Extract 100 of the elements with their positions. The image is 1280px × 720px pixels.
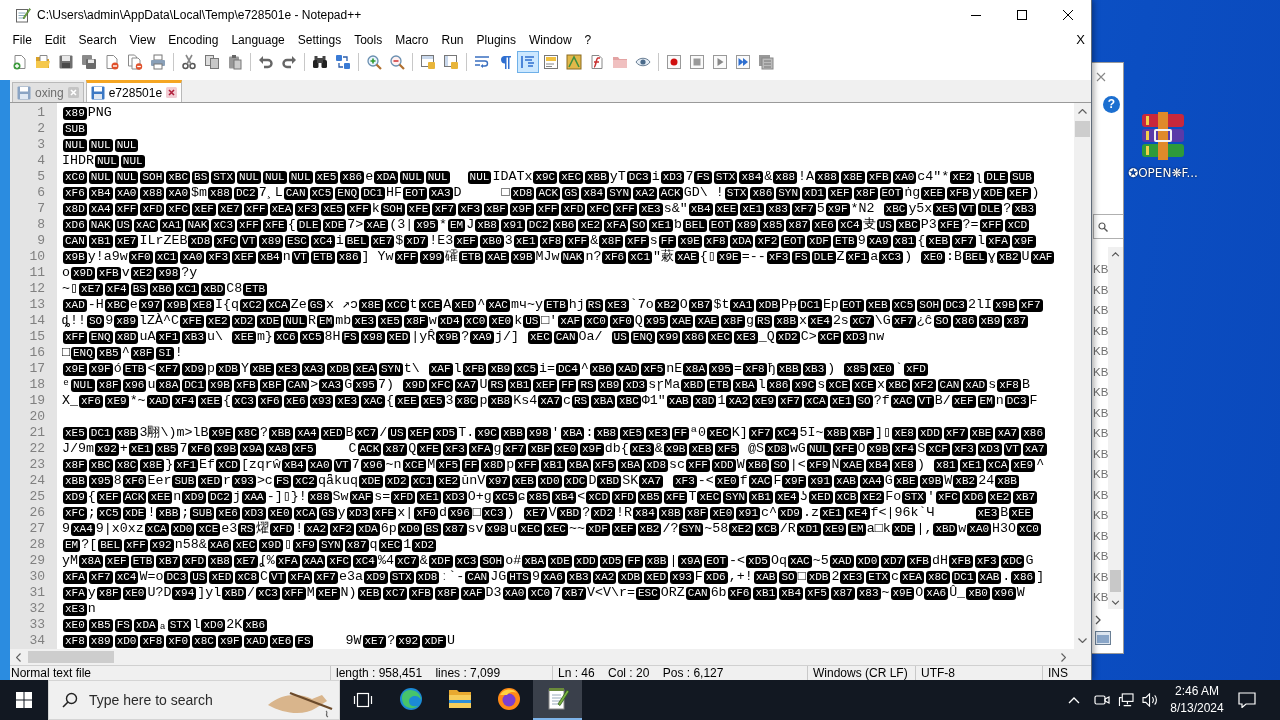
code-text: { <box>87 489 96 505</box>
redo-icon <box>280 54 297 70</box>
help-button[interactable]: ? <box>1103 95 1120 113</box>
indent-guide-button[interactable] <box>516 51 539 73</box>
control-character: x8C <box>235 426 260 440</box>
control-character: xA2 <box>633 186 657 200</box>
code-text: v <box>121 265 130 281</box>
chevron-left-icon[interactable] <box>16 652 21 662</box>
menu-item[interactable]: Search <box>72 31 124 49</box>
control-character: xFC <box>63 506 87 520</box>
menu-item[interactable]: Plugins <box>470 31 523 49</box>
menu-item[interactable]: Macro <box>388 31 435 49</box>
speaker-icon[interactable] <box>1142 693 1158 707</box>
control-character: FF <box>462 458 480 472</box>
horizontal-scrollbar[interactable] <box>10 649 1091 665</box>
list-scrollbar[interactable] <box>1108 247 1123 609</box>
code-text: ? <box>461 329 470 345</box>
macro-list-icon <box>757 54 774 70</box>
control-character: xD8 <box>415 570 440 584</box>
code-text: i= <box>539 361 555 377</box>
close-document-button[interactable]: X <box>1076 32 1085 48</box>
desktop-icon-label[interactable]: ✪OPEN❋F... <box>1128 166 1198 180</box>
window-icon[interactable] <box>1095 631 1111 645</box>
control-character: xDE <box>257 314 282 328</box>
control-character: x96 <box>991 586 1016 600</box>
code-text: ʅ <box>975 169 984 185</box>
menu-item[interactable]: File <box>6 31 39 49</box>
chevron-down-icon[interactable] <box>1111 600 1121 605</box>
control-character: xDB <box>618 570 643 584</box>
scroll-thumb[interactable] <box>1075 121 1090 137</box>
menu-item[interactable]: Run <box>435 31 471 49</box>
control-character: SO <box>87 314 105 328</box>
control-character: xE3 <box>352 314 377 328</box>
chevron-down-icon[interactable] <box>1078 638 1087 643</box>
copy-icon <box>203 54 220 70</box>
size-label: KB <box>1093 262 1109 277</box>
close-icon[interactable] <box>1096 72 1106 82</box>
control-character: xE3 <box>638 202 663 216</box>
control-character: STX <box>167 618 192 632</box>
control-character: xF1 <box>845 250 870 264</box>
code-text: H3O <box>992 521 1017 537</box>
control-character: xBF <box>850 426 875 440</box>
control-character: SUB <box>190 506 215 520</box>
control-character: x92 <box>95 442 119 456</box>
menu-item[interactable]: Language <box>224 31 292 49</box>
size-label: KB <box>1093 385 1109 400</box>
menu-item[interactable]: View <box>123 31 162 49</box>
menu-item[interactable]: Encoding <box>161 31 225 49</box>
menu-item[interactable]: Settings <box>291 31 348 49</box>
code-text: ) <box>827 361 837 377</box>
menu-item[interactable]: Edit <box>38 31 73 49</box>
control-character: NUL <box>88 170 113 184</box>
control-character: x87 <box>383 442 408 456</box>
sync-horizontal-icon <box>442 54 459 70</box>
menu-item[interactable]: Window <box>522 31 579 49</box>
control-character: x8B <box>774 314 799 328</box>
control-character: xA0 <box>502 586 527 600</box>
code-text: e3a <box>338 569 363 585</box>
search-field[interactable] <box>1093 214 1123 239</box>
camera-icon[interactable] <box>1094 693 1110 707</box>
scroll-thumb[interactable] <box>1110 570 1122 592</box>
control-character: xE8 <box>892 426 916 440</box>
control-character: xEF <box>192 202 216 216</box>
clock-date[interactable]: 8/13/2024 <box>1170 700 1224 717</box>
code-text: ᵉ <box>62 377 70 393</box>
taskbar-button[interactable] <box>533 680 582 720</box>
globe-icon <box>496 687 521 711</box>
tab[interactable]: e728501e <box>85 80 183 102</box>
control-character: xB7 <box>688 298 713 312</box>
control-character: xF5 <box>805 586 829 600</box>
tab[interactable]: oxing <box>12 82 84 102</box>
control-character: NAK <box>560 250 585 264</box>
control-character: xFE <box>832 442 857 456</box>
control-character: x86 <box>1011 570 1036 584</box>
network-icon[interactable] <box>1118 693 1134 707</box>
notification-icon[interactable] <box>1238 692 1256 708</box>
control-character: xAE <box>484 250 509 264</box>
chevron-right-icon[interactable] <box>1095 615 1101 625</box>
menu-item[interactable]: Tools <box>347 31 389 49</box>
control-character: x8B <box>824 426 849 440</box>
control-character: xDA <box>729 234 754 248</box>
clock-time[interactable]: 2:46 AM <box>1175 683 1219 700</box>
search-field[interactable]: Type here to search <box>48 680 340 720</box>
control-character: x9A <box>240 442 264 456</box>
chevron-right-icon[interactable] <box>1061 652 1066 662</box>
scroll-thumb[interactable] <box>28 651 114 663</box>
close-icon[interactable] <box>166 87 178 98</box>
code-text: g <box>746 313 755 329</box>
control-character: xEF <box>533 378 558 392</box>
control-character: xFD <box>182 554 207 568</box>
code-text: HF <box>385 185 402 201</box>
control-character: xA6 <box>924 586 949 600</box>
menu-item[interactable]: ? <box>578 31 598 49</box>
vertical-scrollbar[interactable] <box>1074 103 1091 649</box>
control-character: xFF <box>625 234 649 248</box>
control-character: CAN <box>553 330 578 344</box>
control-character: xBC <box>895 218 920 232</box>
control-character: x8A <box>683 362 708 376</box>
control-character: x9F <box>782 474 807 488</box>
control-character: xB6 <box>589 362 614 376</box>
